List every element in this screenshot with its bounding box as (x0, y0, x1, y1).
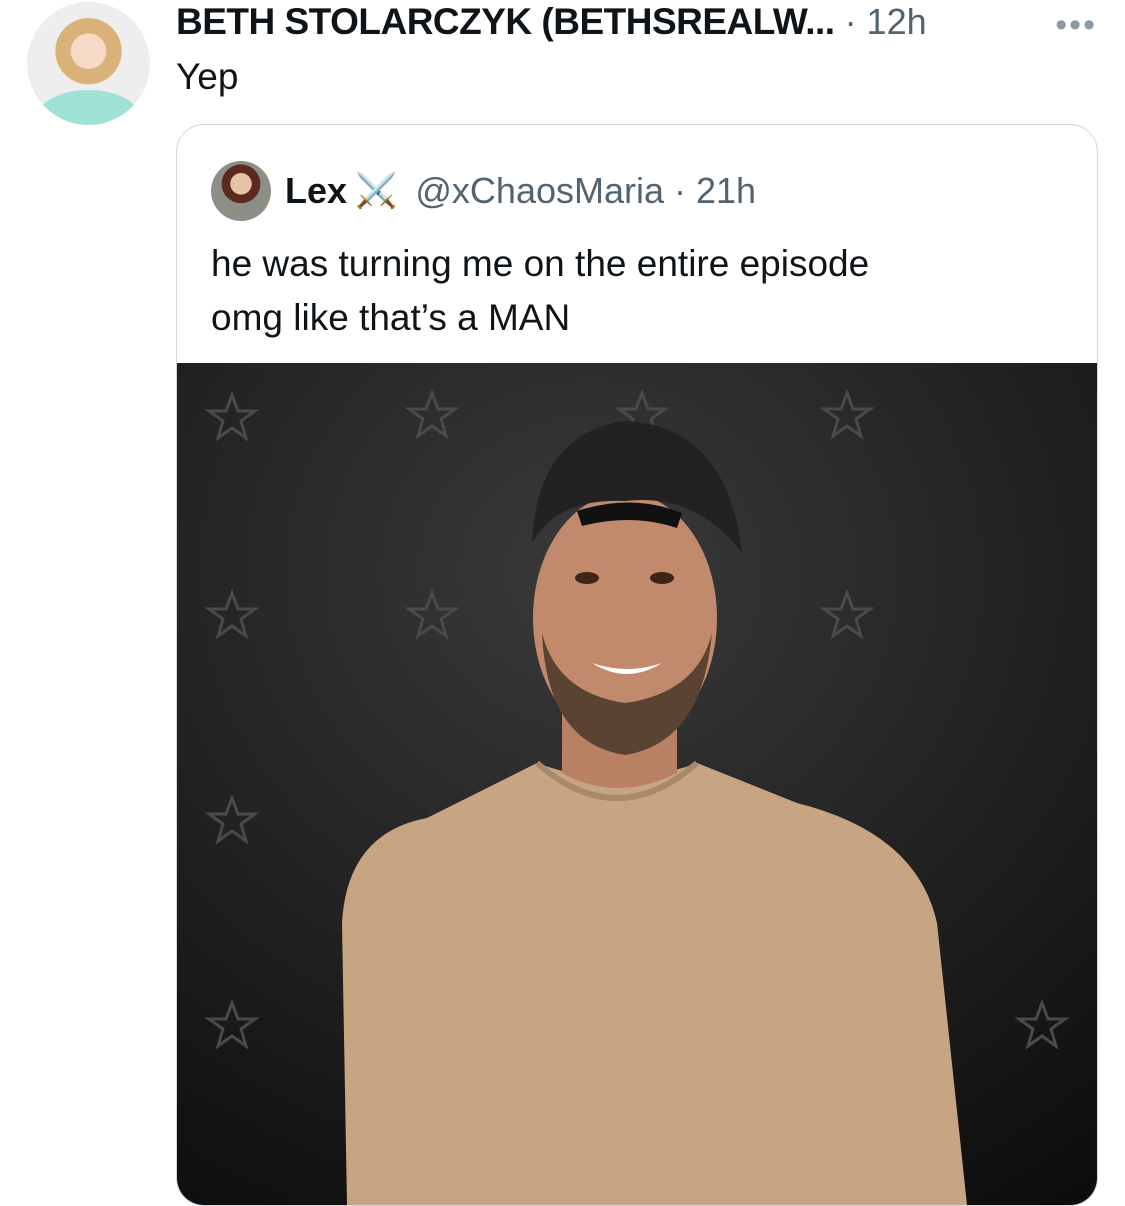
quoted-tweet-text: he was turning me on the entire episode … (211, 237, 1071, 345)
photo-illustration (177, 363, 1097, 1205)
avatar-shirt-shape (37, 90, 140, 125)
quoted-tweet-line-2: omg like that’s a MAN (211, 297, 571, 338)
quoted-author-handle[interactable]: @xChaosMaria · 21h (415, 170, 756, 212)
crossed-swords-icon: ⚔️ (355, 172, 398, 210)
more-options-icon[interactable]: ••• (1055, 6, 1097, 45)
quoted-tweet[interactable]: Lex ⚔️ @xChaosMaria · 21h he was turning… (176, 124, 1098, 1206)
author-avatar[interactable] (27, 2, 150, 125)
quoted-author-name[interactable]: Lex (285, 170, 347, 212)
quoted-tweet-line-1: he was turning me on the entire episode (211, 243, 870, 284)
tweet-text: Yep (176, 56, 239, 97)
author-name[interactable]: BETH STOLARCZYK (BETHSREALW... (176, 1, 835, 43)
tweet-header: BETH STOLARCZYK (BETHSREALW... · 12h (176, 0, 927, 44)
quoted-tweet-photo[interactable] (177, 363, 1097, 1205)
quoted-author-avatar[interactable] (211, 161, 271, 221)
quoted-tweet-header: Lex ⚔️ @xChaosMaria · 21h (211, 161, 756, 221)
tweet-time[interactable]: · 12h (845, 1, 927, 43)
